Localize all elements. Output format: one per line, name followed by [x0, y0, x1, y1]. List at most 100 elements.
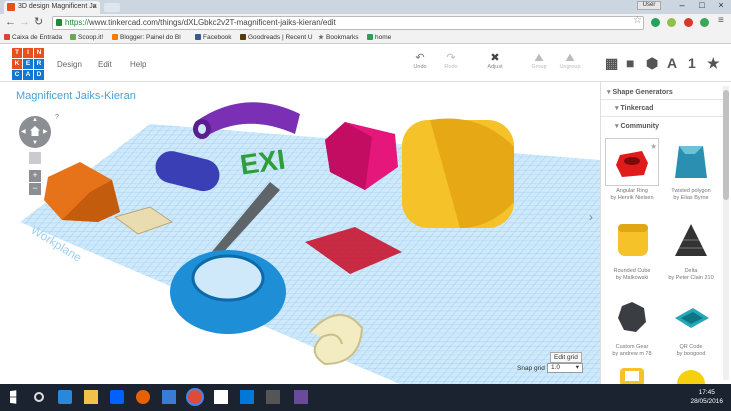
extension-icon[interactable] [700, 18, 709, 27]
shape-card-partial[interactable] [605, 366, 659, 384]
zoom-out-button[interactable]: − [29, 183, 41, 195]
blogger-icon [112, 34, 118, 40]
back-icon[interactable]: ← [5, 16, 16, 28]
arrow-left-icon[interactable]: ◀ [21, 128, 26, 135]
hex-view-icon[interactable]: ⬢ [646, 55, 658, 72]
menu-edit[interactable]: Edit [98, 60, 112, 69]
collapse-sidebar-icon[interactable]: › [589, 210, 593, 224]
browser-tab[interactable]: 3D design Magnificent Ja × [4, 1, 100, 14]
svg-text:★: ★ [650, 142, 657, 151]
bookmark-item[interactable]: Blogger: Painel do Bl [112, 34, 181, 41]
taskbar-app-icon[interactable] [266, 390, 280, 404]
bookmark-item[interactable]: Goodreads | Recent U [240, 34, 313, 41]
arrow-up-icon[interactable]: ▲ [32, 117, 38, 123]
group-button[interactable]: ⛰ Group [525, 52, 553, 70]
group-community[interactable]: Community [615, 122, 659, 130]
edge-browser-icon[interactable] [58, 390, 72, 404]
system-clock[interactable]: 17:45 28/05/2016 [690, 388, 723, 406]
maximize-icon[interactable]: □ [692, 0, 712, 12]
mail-app-icon[interactable] [240, 390, 254, 404]
close-window-icon[interactable]: × [711, 0, 731, 12]
edit-grid-button[interactable]: Edit grid [550, 352, 582, 363]
adjust-button[interactable]: ✖ Adjust [481, 52, 509, 70]
chrome-menu-icon[interactable]: ≡ [718, 15, 724, 27]
ruler-tool-icon[interactable]: 1 [688, 55, 696, 71]
goodreads-icon [240, 34, 246, 40]
shape-generators-header[interactable]: Shape Generators [607, 88, 672, 96]
forward-icon[interactable]: → [19, 16, 30, 28]
extension-icon[interactable] [667, 18, 676, 27]
design-title[interactable]: Magnificent Jaiks-Kieran [16, 90, 136, 102]
favorites-star-icon[interactable]: ★ [707, 55, 720, 72]
shape-card-delta[interactable]: Delta by Peter Clain 210 [664, 218, 718, 282]
bookmark-item[interactable]: Scoop.it! [70, 34, 103, 41]
home-view-icon[interactable] [30, 126, 40, 136]
shape-card-rounded-cube[interactable]: Rounded Cube by Malkowski [605, 218, 659, 282]
store-icon[interactable] [214, 390, 228, 404]
url-text: www.tinkercad.com/things/dXLGbkc2v2T-mag… [89, 18, 336, 27]
extension-icon[interactable] [651, 18, 660, 27]
purple-tube-shape[interactable] [195, 102, 300, 137]
bookmark-item[interactable]: Bookmarks [318, 34, 359, 41]
snap-grid-label: Snap grid [517, 365, 545, 372]
firefox-icon[interactable] [136, 390, 150, 404]
undo-icon: ↶ [415, 52, 425, 64]
fit-view-button[interactable] [29, 152, 41, 164]
menu-design[interactable]: Design [57, 60, 82, 69]
help-icon[interactable]: ? [55, 114, 59, 121]
shape-card-custom-gear[interactable]: Custom Gear by andrew m 78 [605, 294, 659, 358]
search-icon[interactable] [34, 392, 44, 402]
home-icon [367, 34, 373, 40]
dropbox-icon[interactable] [110, 390, 124, 404]
taskbar-app-icon[interactable] [294, 390, 308, 404]
minimize-icon[interactable]: – [672, 0, 692, 12]
shape-card-partial[interactable] [664, 366, 718, 384]
tinkercad-logo[interactable]: TIN KER CAD [12, 48, 46, 81]
windows-start-icon[interactable] [10, 390, 17, 404]
url-scheme: https:// [65, 18, 90, 27]
close-tab-icon[interactable]: × [92, 2, 97, 11]
tab-title: 3D design Magnificent Ja [18, 3, 97, 10]
bookmarks-bar: Caixa de Entrada Scoop.it! Blogger: Pain… [0, 32, 731, 44]
redo-icon: ↷ [446, 52, 456, 64]
reload-icon[interactable]: ↻ [34, 16, 43, 28]
undo-button[interactable]: ↶ Undo [406, 52, 434, 70]
file-explorer-icon[interactable] [84, 390, 98, 404]
browser-toolbar: ← → ↻ https://www.tinkercad.com/things/d… [0, 14, 731, 32]
tinkercad-favicon-icon [7, 3, 15, 11]
new-tab-button[interactable] [104, 3, 120, 12]
sidebar-scrollbar[interactable] [723, 86, 729, 380]
shape-card-angular-ring[interactable]: ★ Angular Ring by Henrik Nielsen [605, 138, 659, 202]
bookmark-star-icon[interactable]: ☆ [633, 15, 642, 26]
workplane-scene[interactable]: Workplane EXI [0, 82, 600, 384]
exi-text-shape[interactable]: EXI [238, 144, 287, 181]
mail-icon [4, 34, 10, 40]
redo-button[interactable]: ↷ Redo [437, 52, 465, 70]
text-tool-icon[interactable]: A [667, 55, 677, 71]
star-icon [318, 34, 324, 40]
group-tinkercad[interactable]: Tinkercad [615, 104, 653, 112]
address-bar[interactable]: https://www.tinkercad.com/things/dXLGbkc… [52, 16, 644, 30]
menu-help[interactable]: Help [130, 60, 146, 69]
zoom-in-button[interactable]: + [29, 170, 41, 182]
bookmark-item[interactable]: Caixa de Entrada [4, 34, 62, 41]
arrow-down-icon[interactable]: ▼ [32, 140, 38, 146]
adjust-icon: ✖ [490, 52, 500, 64]
snap-grid-select[interactable]: 1.0 ▾ [547, 363, 583, 373]
shape-card-twisted-polygon[interactable]: Twisted polygon by Elias Byrne [664, 138, 718, 202]
bookmark-item[interactable]: home [367, 34, 391, 41]
shape-card-qr-code[interactable]: QR Code by boogood [664, 294, 718, 358]
lock-icon [56, 19, 62, 26]
arrow-right-icon[interactable]: ▶ [43, 128, 48, 135]
grid-view-icon[interactable]: ▦ [605, 55, 618, 72]
chrome-icon[interactable] [188, 390, 202, 404]
view-navigation-control[interactable]: ▲ ▼ ◀ ▶ [19, 116, 51, 148]
ungroup-button[interactable]: ⛰ Ungroup [556, 52, 584, 70]
extension-icon[interactable] [684, 18, 693, 27]
bookmark-item[interactable]: Facebook [195, 34, 232, 41]
profile-button[interactable]: User [637, 1, 661, 10]
box-view-icon[interactable]: ■ [626, 55, 634, 71]
taskbar-app-icon[interactable] [162, 390, 176, 404]
chevron-down-icon: ▾ [575, 364, 579, 371]
design-canvas[interactable]: Workplane EXI Magnificent Jaiks-Kieran ▲ [0, 82, 600, 384]
